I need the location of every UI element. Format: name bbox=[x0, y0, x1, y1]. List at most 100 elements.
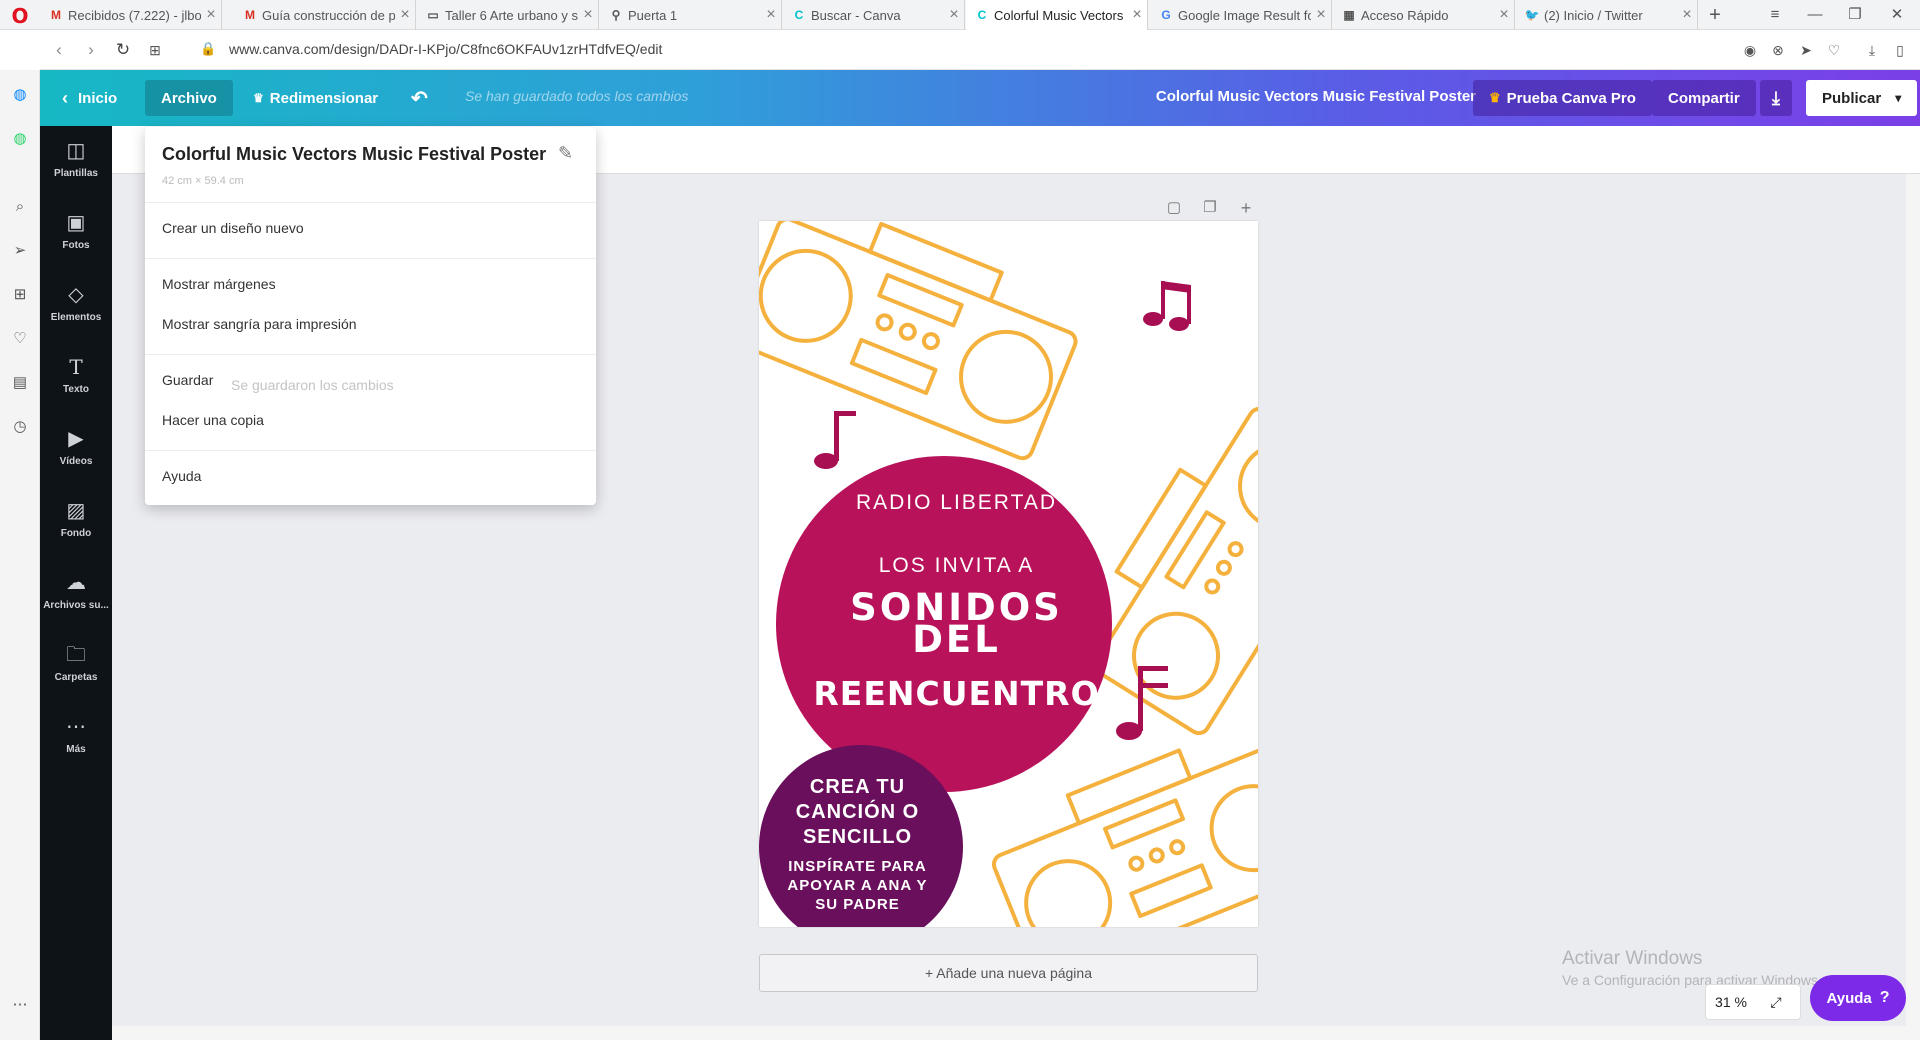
messenger-icon[interactable]: ◍ bbox=[9, 84, 31, 106]
menu-item-make-copy[interactable]: Hacer una copia bbox=[162, 412, 264, 428]
menu-document-title[interactable]: Colorful Music Vectors Music Festival Po… bbox=[162, 144, 546, 165]
browser-tab[interactable]: C Buscar - Canva × bbox=[783, 0, 965, 30]
battery-icon[interactable]: ▯ bbox=[1890, 40, 1910, 60]
nav-videos[interactable]: ▶ Vídeos bbox=[40, 414, 112, 484]
search-icon[interactable]: ⌕ bbox=[9, 196, 31, 218]
camera-icon[interactable]: ◉ bbox=[1740, 40, 1760, 60]
nav-text[interactable]: T Texto bbox=[40, 342, 112, 412]
share-button[interactable]: Compartir bbox=[1652, 80, 1756, 116]
menu-item-save[interactable]: Guardar bbox=[162, 372, 213, 388]
nav-more[interactable]: ⋯ Más bbox=[40, 702, 112, 772]
note-icon[interactable]: ▢ bbox=[1162, 196, 1186, 220]
nav-elements[interactable]: ◇ Elementos bbox=[40, 270, 112, 340]
bookmarks-icon[interactable]: ♡ bbox=[9, 328, 31, 350]
back-icon[interactable]: ‹ bbox=[48, 39, 70, 61]
adblock-icon[interactable]: ⊗ bbox=[1768, 40, 1788, 60]
send-icon[interactable]: ➢ bbox=[9, 240, 31, 262]
close-tab-icon[interactable]: × bbox=[1311, 6, 1331, 24]
nav-folders[interactable]: 🗀 Carpetas bbox=[40, 630, 112, 700]
tab-menu-icon[interactable]: ≡ bbox=[1760, 4, 1790, 26]
browser-tab[interactable]: M Recibidos (7.222) - jlboli × bbox=[40, 0, 222, 30]
add-page-icon[interactable]: + bbox=[1234, 196, 1258, 220]
close-tab-icon[interactable]: × bbox=[944, 6, 964, 24]
help-button[interactable]: Ayuda ? bbox=[1810, 975, 1906, 1021]
news-icon[interactable]: ▤ bbox=[9, 372, 31, 394]
resize-button[interactable]: ♛ Redimensionar bbox=[237, 80, 394, 116]
opera-logo-icon[interactable]: O bbox=[6, 5, 34, 27]
menu-item-show-bleed[interactable]: Mostrar sangría para impresión bbox=[162, 316, 357, 332]
nav-photos[interactable]: ▣ Fotos bbox=[40, 198, 112, 268]
home-button[interactable]: ‹ Inicio bbox=[52, 80, 127, 116]
restore-icon[interactable]: ❐ bbox=[1840, 4, 1870, 26]
poster-sub-6[interactable]: SU PADRE bbox=[759, 896, 1107, 913]
fullscreen-icon[interactable]: ⤢ bbox=[1756, 994, 1796, 1011]
publish-button[interactable]: Publicar ▾ bbox=[1806, 80, 1918, 116]
browser-tab[interactable]: ▦ Acceso Rápido × bbox=[1333, 0, 1515, 30]
url-field[interactable]: www.canva.com/design/DADr-I-KPjo/C8fnc6O… bbox=[229, 41, 662, 57]
document-title[interactable]: Colorful Music Vectors Music Festival Po… bbox=[1156, 88, 1476, 105]
nav-background[interactable]: ▨ Fondo bbox=[40, 486, 112, 556]
menu-item-help[interactable]: Ayuda bbox=[162, 468, 201, 484]
folder-icon: 🗀 bbox=[66, 644, 86, 666]
undo-icon: ↶ bbox=[411, 87, 428, 110]
poster-line-2[interactable]: LOS INVITA A bbox=[759, 554, 1206, 578]
try-pro-button[interactable]: ♛ Prueba Canva Pro bbox=[1473, 80, 1652, 116]
close-tab-icon[interactable]: × bbox=[1677, 6, 1697, 24]
download-icon[interactable]: ⤓ bbox=[1862, 40, 1882, 60]
poster-sub-1[interactable]: CREA TU bbox=[759, 776, 1107, 799]
heart-icon[interactable]: ♡ bbox=[1824, 40, 1844, 60]
new-tab-button[interactable]: + bbox=[1704, 4, 1726, 26]
poster-sub-2[interactable]: CANCIÓN O bbox=[759, 801, 1107, 824]
undo-button[interactable]: ↶ bbox=[395, 80, 444, 116]
nav-label: Fondo bbox=[60, 528, 92, 539]
horizontal-scrollbar[interactable] bbox=[112, 1026, 1906, 1040]
poster-line-1[interactable]: RADIO LIBERTAD bbox=[759, 491, 1206, 515]
browser-tab[interactable]: ⚲ Puerta 1 × bbox=[600, 0, 782, 30]
tab-favicon-icon: ⚲ bbox=[611, 8, 621, 22]
zoom-control[interactable]: 31 % ⤢ bbox=[1705, 984, 1801, 1020]
browser-tab[interactable]: ▭ Taller 6 Arte urbano y se × bbox=[417, 0, 599, 30]
more-icon[interactable]: ⋯ bbox=[9, 994, 31, 1016]
file-menu-button[interactable]: Archivo bbox=[145, 80, 233, 116]
history-icon[interactable]: ◷ bbox=[9, 416, 31, 438]
download-button[interactable]: ⤓ bbox=[1760, 80, 1792, 116]
nav-uploads[interactable]: ☁ Archivos su... bbox=[40, 558, 112, 628]
close-tab-icon[interactable]: × bbox=[201, 6, 221, 24]
poster-line-4[interactable]: DEL bbox=[759, 618, 1206, 661]
tab-favicon-icon: C bbox=[977, 8, 987, 22]
browser-tab[interactable]: 🐦 (2) Inicio / Twitter × bbox=[1516, 0, 1698, 30]
design-page[interactable]: RADIO LIBERTAD LOS INVITA A SONIDOS DEL … bbox=[759, 221, 1258, 927]
pencil-icon[interactable]: ✎ bbox=[558, 143, 573, 164]
close-tab-icon[interactable]: × bbox=[395, 6, 415, 24]
duplicate-page-icon[interactable]: ❐ bbox=[1198, 196, 1222, 220]
nav-templates[interactable]: ◫ Plantillas bbox=[40, 126, 112, 196]
close-tab-icon[interactable]: × bbox=[1494, 6, 1514, 24]
videos-icon: ▶ bbox=[68, 428, 84, 450]
close-tab-icon[interactable]: × bbox=[578, 6, 598, 24]
add-page-button[interactable]: + Añade una nueva página bbox=[759, 954, 1258, 992]
photos-icon: ▣ bbox=[66, 212, 86, 234]
close-tab-icon[interactable]: × bbox=[1127, 6, 1147, 24]
zoom-value[interactable]: 31 % bbox=[1706, 994, 1756, 1010]
tab-favicon-icon: M bbox=[245, 8, 255, 22]
browser-tab[interactable]: G Google Image Result for × bbox=[1150, 0, 1332, 30]
whatsapp-icon[interactable]: ◍ bbox=[9, 128, 31, 150]
menu-item-show-margins[interactable]: Mostrar márgenes bbox=[162, 276, 276, 292]
forward-icon[interactable]: › bbox=[80, 39, 102, 61]
close-tab-icon[interactable]: × bbox=[761, 6, 781, 24]
minimize-icon[interactable]: — bbox=[1800, 4, 1830, 26]
close-window-icon[interactable]: ✕ bbox=[1882, 4, 1912, 26]
browser-tab[interactable]: C Colorful Music Vectors M × bbox=[966, 0, 1148, 30]
speed-dial-icon[interactable]: ⊞ bbox=[9, 284, 31, 306]
reload-icon[interactable]: ↻ bbox=[112, 39, 134, 61]
menu-item-new-design[interactable]: Crear un diseño nuevo bbox=[162, 220, 304, 236]
poster-line-5[interactable]: REENCUENTRO bbox=[759, 674, 1206, 713]
poster-sub-4[interactable]: INSPÍRATE PARA bbox=[759, 858, 1107, 875]
speed-dial-icon[interactable]: ⊞ bbox=[144, 39, 166, 61]
nav-label: Más bbox=[66, 744, 86, 755]
poster-sub-5[interactable]: APOYAR A ANA Y bbox=[759, 877, 1107, 894]
send-icon[interactable]: ➤ bbox=[1796, 40, 1816, 60]
poster-sub-3[interactable]: SENCILLO bbox=[759, 826, 1107, 849]
vertical-scrollbar[interactable] bbox=[1906, 174, 1920, 1040]
browser-tab[interactable]: M Guía construcción de pu × bbox=[234, 0, 416, 30]
